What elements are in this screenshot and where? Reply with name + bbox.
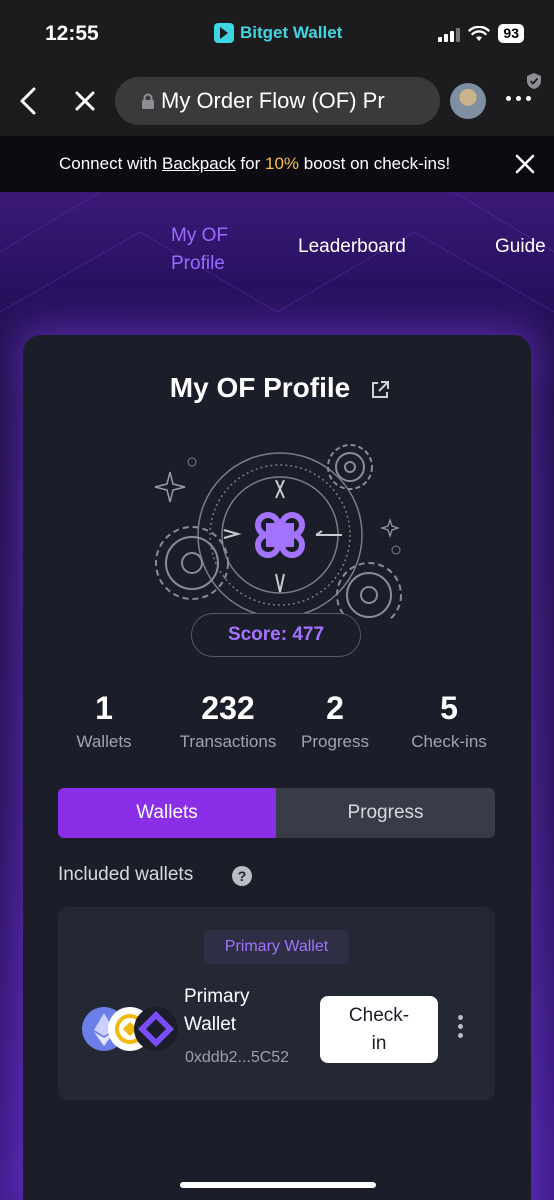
wifi-icon (468, 25, 491, 41)
stat-transactions: 232 Transactions (179, 690, 277, 751)
banner-close-icon[interactable] (514, 153, 536, 175)
primary-wallet-badge: Primary Wallet (204, 930, 349, 964)
check-in-button[interactable]: Check-in (320, 996, 438, 1063)
tab-guide[interactable]: Guide (495, 236, 546, 258)
status-time: 12:55 (45, 22, 99, 45)
browser-toolbar: My Order Flow (OF) Pr (0, 66, 554, 136)
help-icon[interactable]: ? (232, 866, 252, 886)
backpack-link[interactable]: Backpack (162, 154, 236, 173)
profile-illustration (154, 444, 402, 620)
tab-leaderboard[interactable]: Leaderboard (298, 236, 406, 258)
battery-indicator: 93 (498, 24, 524, 43)
tab-wallets[interactable]: Wallets (58, 788, 276, 838)
page-title: My OF Profile (169, 372, 351, 403)
avatar[interactable] (450, 83, 486, 119)
stat-wallets: 1 Wallets (76, 690, 132, 751)
lock-icon (142, 93, 154, 109)
promo-banner: Connect with Backpack for 10% boost on c… (0, 136, 554, 192)
stat-progress: 2 Progress (300, 690, 370, 751)
more-options-icon[interactable] (506, 96, 531, 101)
tab-my-of-profile[interactable]: My OF Profile (171, 222, 228, 278)
wallets-progress-toggle: Wallets Progress (58, 788, 495, 838)
score-badge: Score: 477 (191, 613, 361, 657)
tab-progress[interactable]: Progress (276, 788, 495, 838)
shield-icon (527, 73, 541, 89)
home-indicator (180, 1182, 376, 1188)
stat-check-ins: 5 Check-ins (411, 690, 487, 751)
status-app: Bitget Wallet (214, 23, 342, 43)
chain-icons (82, 1007, 178, 1051)
cellular-signal-icon (438, 26, 461, 42)
banner-text: Connect with Backpack for 10% boost on c… (59, 154, 451, 173)
url-title: My Order Flow (OF) Pr (161, 88, 385, 113)
bitget-logo-icon (214, 23, 234, 43)
wallet-name: Primary Wallet (184, 986, 250, 1035)
url-bar[interactable]: My Order Flow (OF) Pr (115, 77, 440, 125)
wallet-more-icon[interactable] (458, 1015, 463, 1038)
close-icon[interactable] (70, 84, 100, 118)
wallet-brand-icon (134, 1007, 178, 1051)
back-arrow-icon[interactable] (14, 84, 44, 118)
status-app-name: Bitget Wallet (240, 23, 343, 42)
wallet-address: 0xddb2...5C52 (185, 1049, 290, 1066)
external-link-icon[interactable] (370, 380, 390, 400)
status-bar: 12:55 Bitget Wallet 93 (0, 0, 554, 66)
included-wallets-label: Included wallets (58, 864, 194, 885)
status-icons: 93 (438, 24, 524, 43)
